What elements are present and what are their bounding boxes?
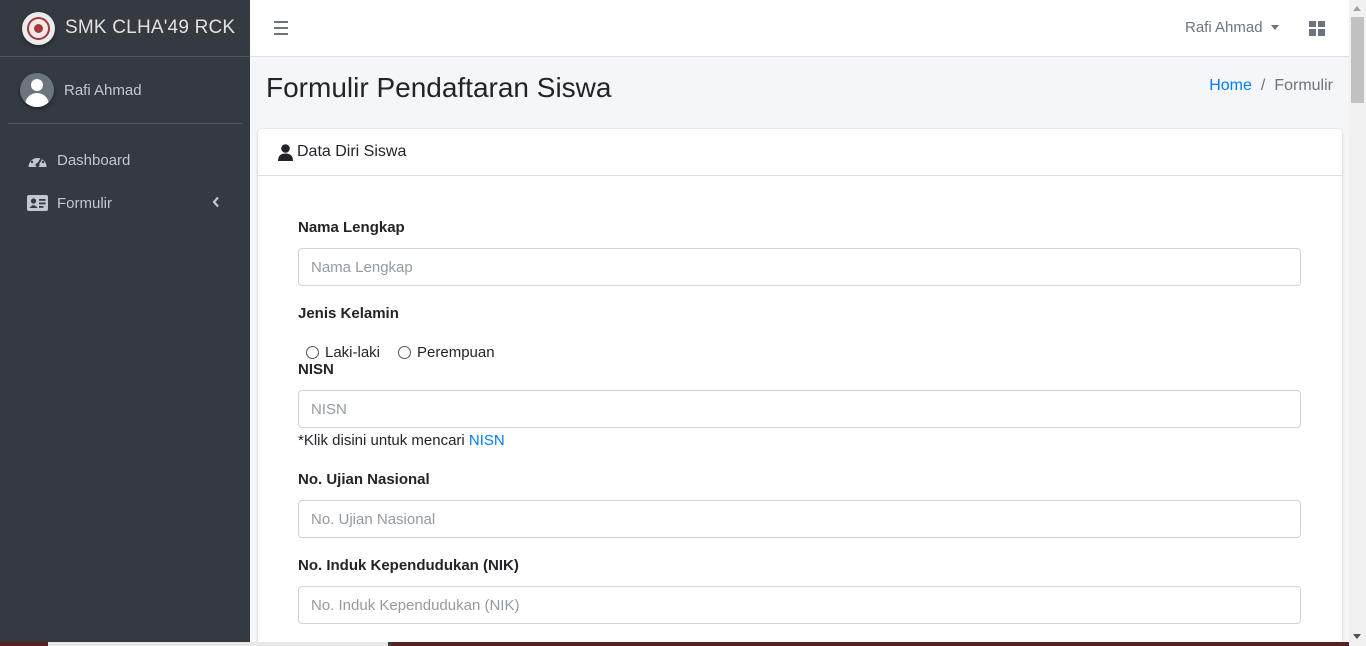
breadcrumb: Home / Formulir	[1209, 77, 1333, 95]
card-title: Data Diri Siswa	[297, 143, 407, 160]
user-icon	[278, 143, 293, 161]
data-diri-card: Data Diri Siswa Nama Lengkap Jenis Kelam…	[258, 129, 1342, 646]
sidebar-item-formulir[interactable]: Formulir	[8, 183, 242, 223]
nik-input[interactable]	[298, 586, 1301, 624]
nisn-search-note: *Klik disini untuk mencari NISN	[298, 432, 505, 449]
id-card-icon	[26, 194, 48, 212]
breadcrumb-current: Formulir	[1274, 77, 1333, 94]
ujian-nasional-input[interactable]	[298, 500, 1301, 538]
sidebar-item-dashboard[interactable]: Dashboard	[8, 140, 242, 180]
caret-down-icon	[1270, 25, 1279, 30]
radio-option-perempuan[interactable]: Perempuan	[398, 344, 495, 361]
breadcrumb-home-link[interactable]: Home	[1209, 77, 1252, 95]
jenis-kelamin-label: Jenis Kelamin	[298, 305, 399, 322]
user-menu-dropdown[interactable]: Rafi Ahmad	[1185, 19, 1279, 36]
radio-button[interactable]	[306, 346, 319, 359]
menu-toggle-icon[interactable]	[274, 21, 288, 35]
sidebar: SMK CLHA'49 RCK Rafi Ahmad Dashboard For…	[0, 0, 250, 646]
avatar	[20, 73, 54, 107]
school-logo-icon	[22, 11, 55, 45]
nisn-input[interactable]	[298, 390, 1301, 428]
nama-lengkap-label: Nama Lengkap	[298, 219, 405, 236]
tachometer-icon	[26, 151, 48, 169]
sidebar-nav: Dashboard Formulir	[0, 140, 250, 223]
radio-label[interactable]: Laki-laki	[325, 344, 380, 361]
jenis-kelamin-radio-group: Laki-laki Perempuan	[306, 344, 513, 361]
nisn-note-text: *Klik disini untuk mencari	[298, 432, 469, 449]
radio-label[interactable]: Perempuan	[417, 344, 495, 361]
nisn-label: NISN	[298, 361, 334, 378]
sidebar-item-label: Dashboard	[57, 151, 131, 169]
sidebar-item-label: Formulir	[57, 194, 112, 212]
breadcrumb-separator: /	[1260, 77, 1266, 94]
card-header: Data Diri Siswa	[258, 129, 1342, 176]
page-title: Formulir Pendaftaran Siswa	[266, 72, 612, 103]
radio-button[interactable]	[398, 346, 412, 359]
sidebar-user-name[interactable]: Rafi Ahmad	[64, 82, 142, 99]
nama-lengkap-input[interactable]	[298, 248, 1301, 286]
bottom-edge-bar	[0, 642, 1349, 646]
scroll-thumb[interactable]	[1351, 17, 1364, 103]
top-navbar: Rafi Ahmad	[250, 0, 1349, 57]
nisn-search-link[interactable]: NISN	[469, 432, 505, 449]
scrollbar[interactable]	[1349, 0, 1366, 646]
grid-icon[interactable]	[1309, 21, 1325, 36]
scroll-up-arrow-icon[interactable]	[1353, 6, 1361, 11]
chevron-left-icon	[212, 195, 220, 212]
ujian-nasional-label: No. Ujian Nasional	[298, 471, 430, 488]
nik-label: No. Induk Kependudukan (NIK)	[298, 557, 519, 574]
radio-option-laki-laki[interactable]: Laki-laki	[306, 344, 380, 361]
scroll-down-arrow-icon[interactable]	[1353, 634, 1361, 639]
user-panel[interactable]: Rafi Ahmad	[8, 57, 242, 124]
brand-text: SMK CLHA'49 RCK	[65, 17, 236, 38]
user-menu-name: Rafi Ahmad	[1185, 19, 1263, 36]
brand-link[interactable]: SMK CLHA'49 RCK	[0, 0, 250, 57]
